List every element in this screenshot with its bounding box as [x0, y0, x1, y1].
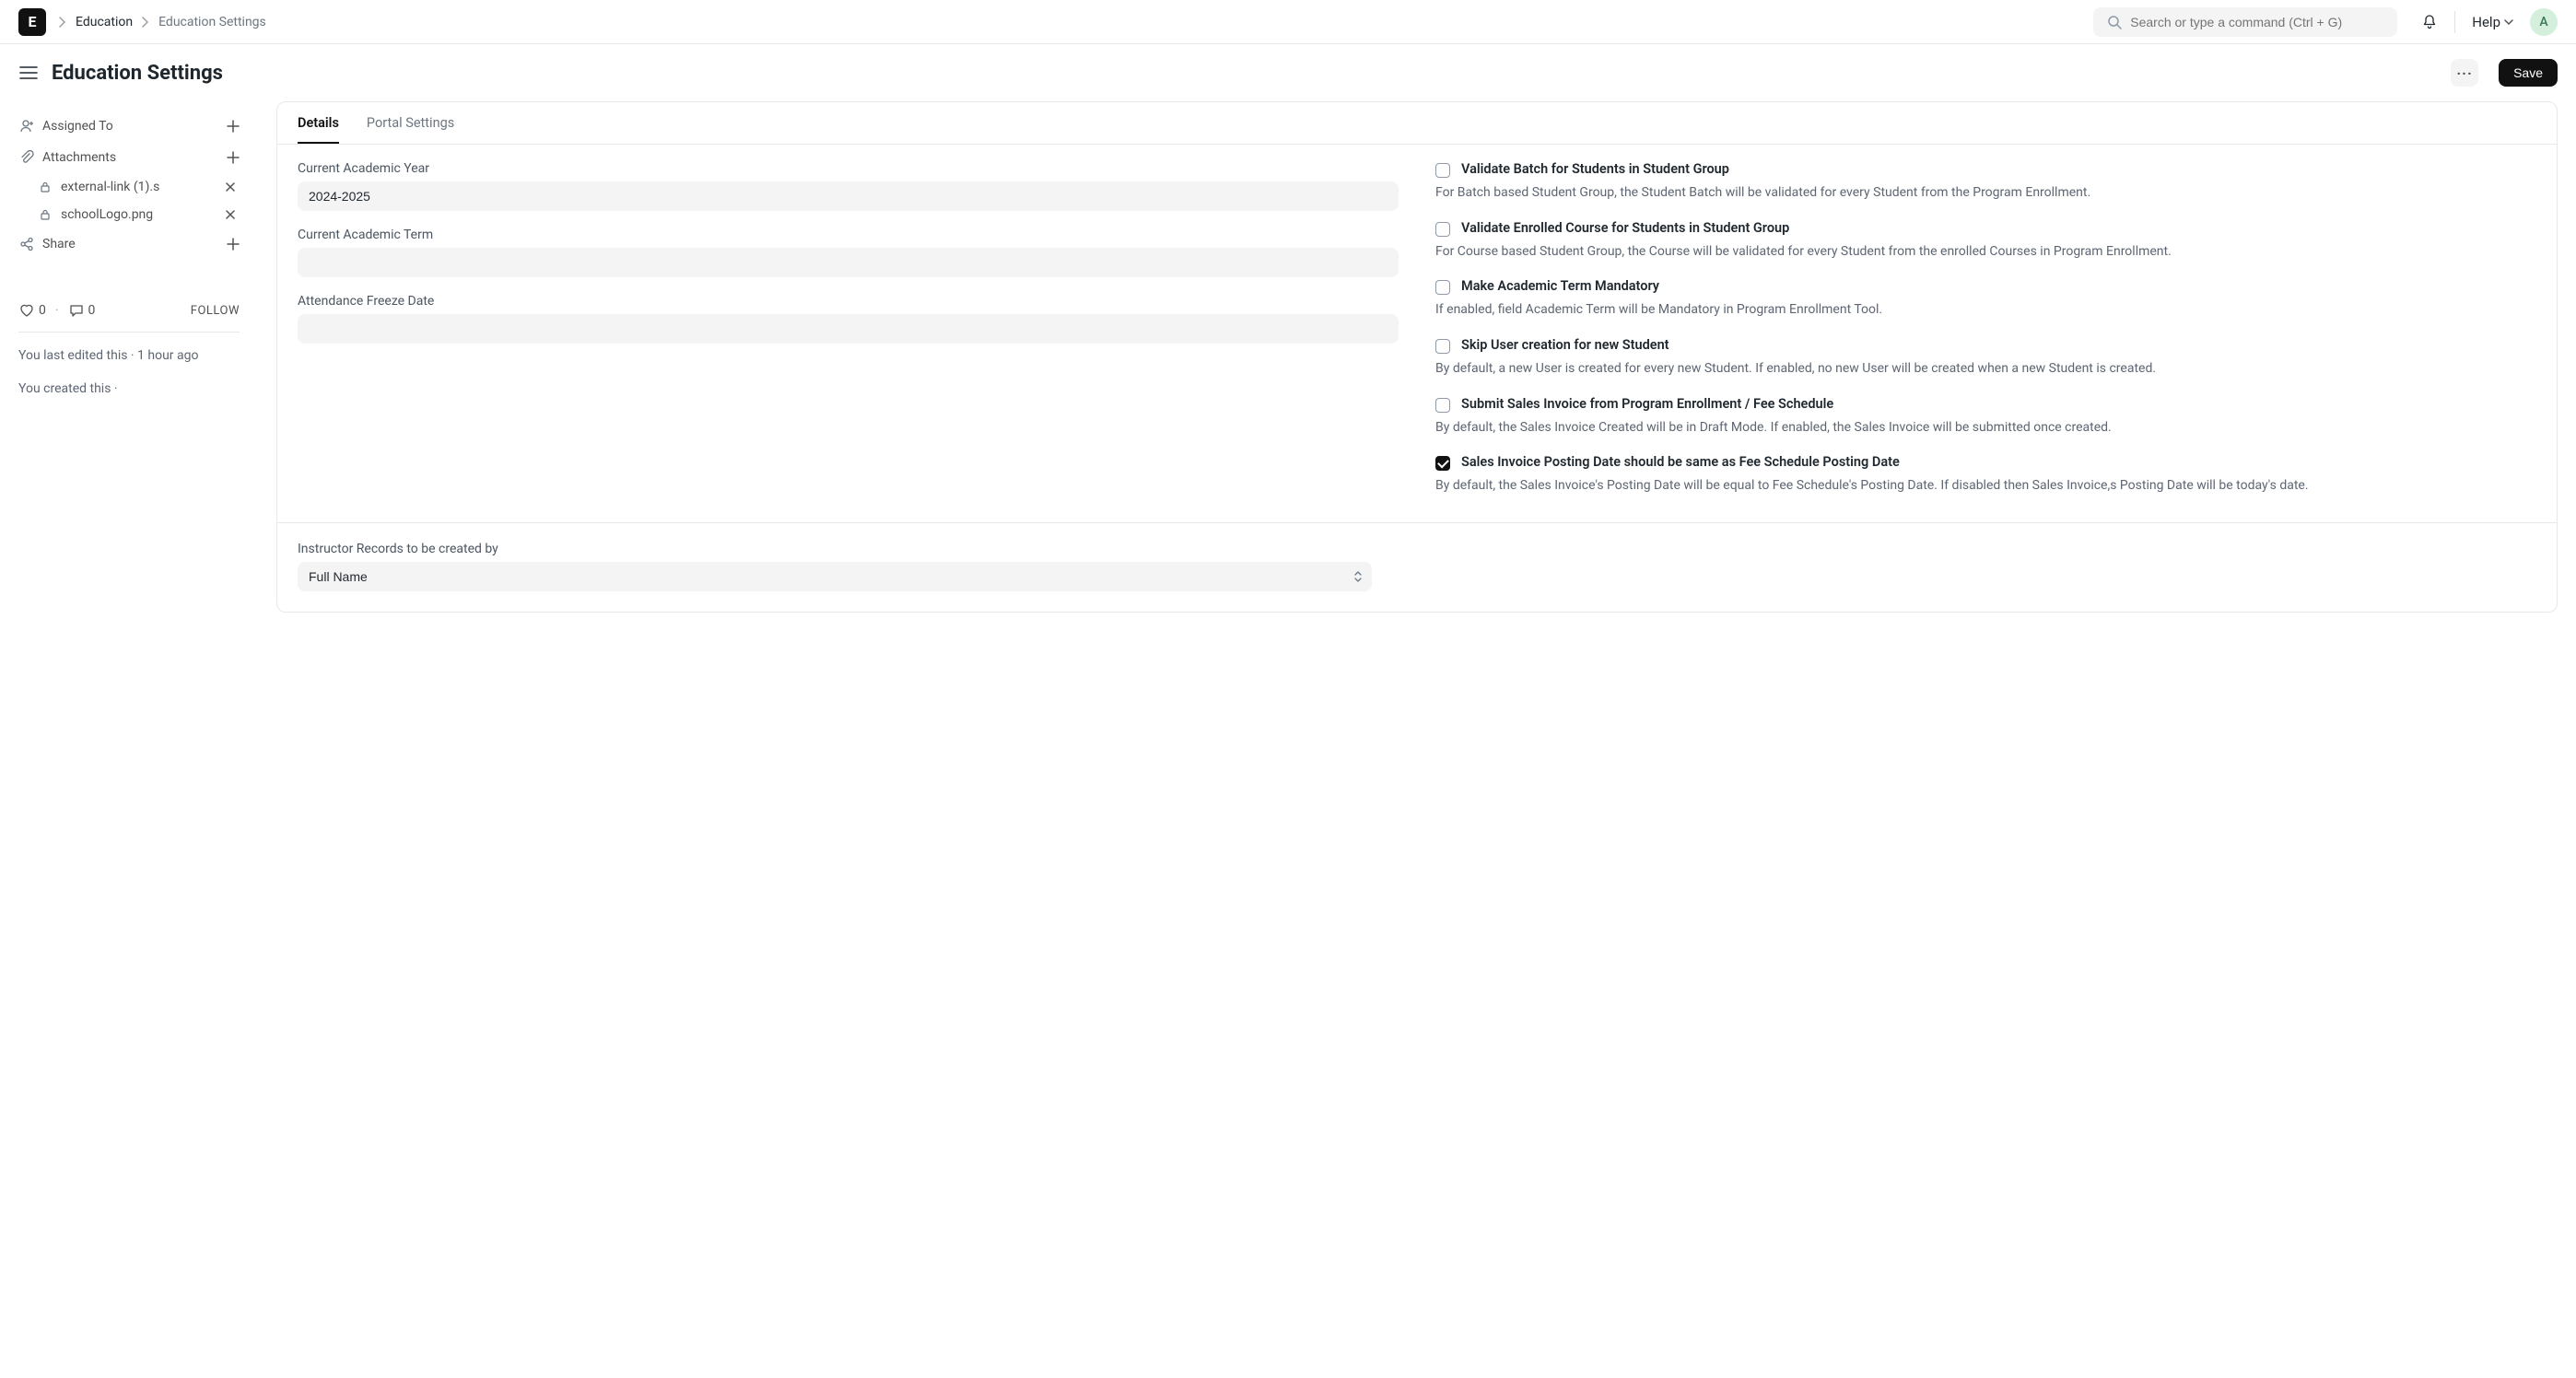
tab-list: Details Portal Settings — [277, 102, 2557, 145]
checkbox[interactable] — [1435, 456, 1450, 471]
checkbox-row: Sales Invoice Posting Date should be sam… — [1435, 454, 2536, 471]
attachment-item: schoolLogo.png — [37, 201, 240, 228]
lock-icon — [37, 179, 53, 195]
attachment-link[interactable]: schoolLogo.png — [37, 206, 153, 223]
checkbox-row: Validate Batch for Students in Student G… — [1435, 161, 2536, 178]
ellipsis-icon: ··· — [2456, 64, 2472, 82]
share-icon — [18, 236, 35, 252]
heart-icon — [18, 302, 35, 319]
checkbox-row: Skip User creation for new Student — [1435, 337, 2536, 354]
breadcrumb-education[interactable]: Education — [76, 15, 133, 29]
avatar[interactable]: A — [2530, 8, 2558, 36]
form-left-column: Current Academic Year Current Academic T… — [298, 161, 1399, 513]
instructor-records-label: Instructor Records to be created by — [298, 542, 1372, 556]
checkbox-label: Skip User creation for new Student — [1461, 337, 1669, 353]
attachment-list: external-link (1).s schoolLogo.png — [18, 173, 240, 228]
freeze-date-input[interactable] — [298, 314, 1399, 344]
share-label: Share — [42, 237, 76, 251]
checkbox-label: Submit Sales Invoice from Program Enroll… — [1461, 396, 1833, 412]
comment-icon — [68, 302, 85, 319]
checkbox-description: By default, the Sales Invoice Created wi… — [1435, 418, 2536, 438]
comment-count: 0 — [88, 303, 96, 318]
checkbox-description: By default, the Sales Invoice's Posting … — [1435, 476, 2536, 496]
chevron-down-icon — [2504, 18, 2513, 26]
engagement-row: 0 · 0 FOLLOW — [18, 302, 240, 333]
checkbox-label: Validate Batch for Students in Student G… — [1461, 161, 1729, 177]
menu-toggle-icon[interactable] — [18, 63, 39, 83]
page-title: Education Settings — [52, 62, 223, 85]
checkbox[interactable] — [1435, 222, 1450, 237]
global-search[interactable] — [2093, 7, 2397, 37]
topbar: E Education Education Settings Help A — [0, 0, 2576, 44]
like-button[interactable]: 0 — [18, 302, 46, 319]
checkbox-description: For Course based Student Group, the Cour… — [1435, 242, 2536, 263]
share-add-button[interactable] — [227, 238, 240, 251]
academic-term-input[interactable] — [298, 248, 1399, 277]
checkbox-description: By default, a new User is created for ev… — [1435, 359, 2536, 380]
checkbox-row: Validate Enrolled Course for Students in… — [1435, 220, 2536, 237]
attachments-label: Attachments — [42, 150, 116, 165]
chevron-right-icon — [142, 17, 149, 28]
bell-icon[interactable] — [2421, 14, 2438, 30]
assigned-to-row: Assigned To — [18, 111, 240, 142]
help-menu[interactable]: Help — [2472, 14, 2513, 30]
checkbox[interactable] — [1435, 398, 1450, 413]
search-input[interactable] — [2130, 15, 2384, 29]
checkbox-description: If enabled, field Academic Term will be … — [1435, 300, 2536, 321]
attachment-link[interactable]: external-link (1).s — [37, 179, 159, 195]
divider — [2454, 11, 2455, 33]
attachment-name: external-link (1).s — [61, 180, 159, 194]
breadcrumb-current: Education Settings — [158, 15, 266, 29]
form-card: Details Portal Settings Current Academic… — [276, 101, 2558, 613]
instructor-records-select[interactable] — [298, 562, 1372, 591]
academic-year-label: Current Academic Year — [298, 161, 1399, 176]
user-plus-icon — [18, 118, 35, 134]
checkbox[interactable] — [1435, 339, 1450, 354]
chevron-right-icon — [59, 17, 66, 28]
breadcrumb: Education Education Settings — [59, 15, 266, 29]
academic-year-input[interactable] — [298, 181, 1399, 211]
paperclip-icon — [18, 149, 35, 166]
checkbox[interactable] — [1435, 163, 1450, 178]
created-meta: You created this · — [18, 379, 240, 412]
assign-add-button[interactable] — [227, 120, 240, 133]
tab-portal-settings[interactable]: Portal Settings — [367, 102, 454, 144]
comment-button[interactable]: 0 — [68, 302, 96, 319]
tab-details[interactable]: Details — [298, 102, 339, 144]
follow-button[interactable]: FOLLOW — [191, 304, 240, 318]
app-logo[interactable]: E — [18, 8, 46, 36]
academic-term-label: Current Academic Term — [298, 228, 1399, 242]
checkbox-row: Make Academic Term Mandatory — [1435, 278, 2536, 295]
dot-separator: · — [55, 303, 59, 318]
checkbox-row: Submit Sales Invoice from Program Enroll… — [1435, 396, 2536, 413]
attachment-item: external-link (1).s — [37, 173, 240, 201]
checkbox[interactable] — [1435, 280, 1450, 295]
help-label: Help — [2472, 14, 2500, 30]
edited-meta: You last edited this · 1 hour ago — [18, 333, 240, 379]
attachment-name: schoolLogo.png — [61, 207, 153, 222]
checkbox-label: Validate Enrolled Course for Students in… — [1461, 220, 1789, 236]
attachment-add-button[interactable] — [227, 151, 240, 164]
like-count: 0 — [39, 303, 46, 318]
left-sidebar: Assigned To Attachments — [18, 101, 240, 413]
attachment-remove-button[interactable] — [221, 209, 240, 220]
assigned-to-label: Assigned To — [42, 119, 113, 134]
attachments-row: Attachments — [18, 142, 240, 173]
form-right-column: Validate Batch for Students in Student G… — [1435, 161, 2536, 513]
page-header: Education Settings ··· Save — [0, 44, 2576, 101]
lock-icon — [37, 206, 53, 223]
freeze-date-label: Attendance Freeze Date — [298, 294, 1399, 309]
checkbox-label: Make Academic Term Mandatory — [1461, 278, 1659, 294]
attachment-remove-button[interactable] — [221, 181, 240, 193]
share-row: Share — [18, 228, 240, 260]
search-icon — [2106, 14, 2123, 30]
checkbox-label: Sales Invoice Posting Date should be sam… — [1461, 454, 1900, 470]
save-button[interactable]: Save — [2499, 59, 2558, 87]
checkbox-description: For Batch based Student Group, the Stude… — [1435, 183, 2536, 204]
more-menu-button[interactable]: ··· — [2451, 59, 2478, 87]
